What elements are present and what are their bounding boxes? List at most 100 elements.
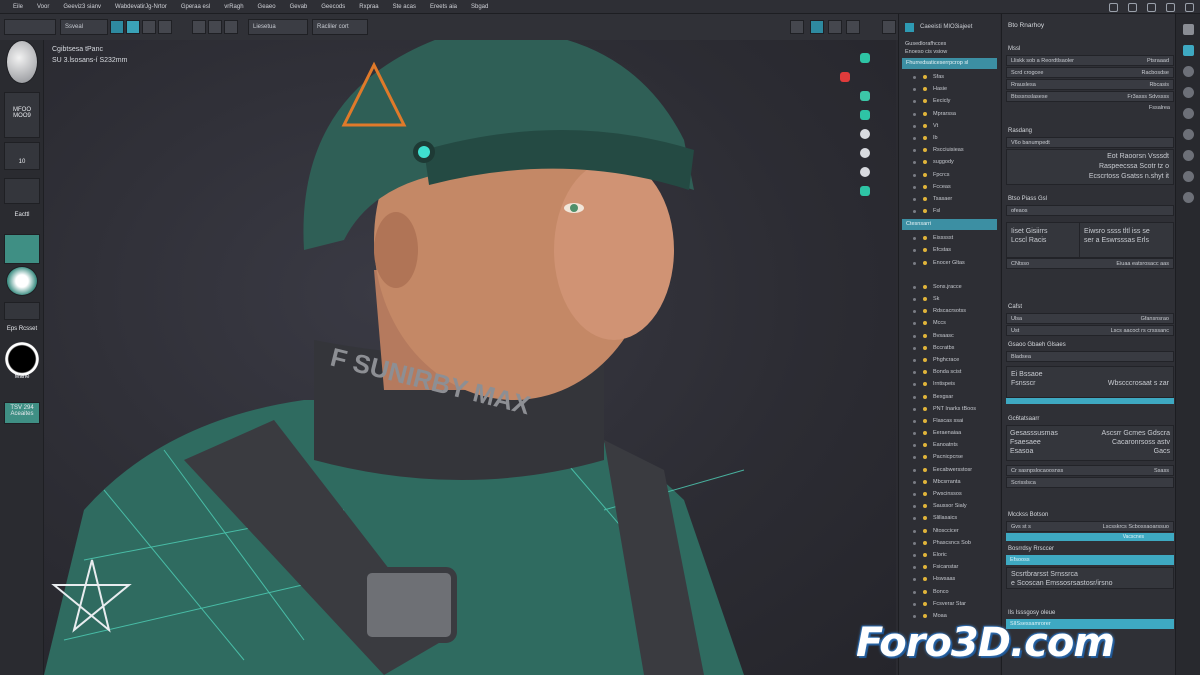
list-item[interactable]: Bexgsar bbox=[899, 391, 1000, 403]
list-item[interactable]: Fsicanstar bbox=[899, 561, 1000, 573]
layer-field[interactable]: Liesetua bbox=[248, 19, 308, 35]
tools-icon[interactable] bbox=[1109, 2, 1118, 12]
move-tool-button[interactable] bbox=[110, 20, 124, 34]
list-item[interactable]: Eecabwersstosr bbox=[899, 464, 1000, 476]
list-item[interactable]: Hasie bbox=[899, 83, 1000, 95]
chevron-down-icon[interactable] bbox=[828, 20, 842, 34]
light-sphere-icon[interactable] bbox=[6, 266, 38, 296]
view-layer-icon[interactable] bbox=[1183, 108, 1194, 119]
paint-tool-button[interactable] bbox=[224, 20, 238, 34]
list-item[interactable]: Slillasaics bbox=[899, 512, 1000, 524]
menu-icon[interactable] bbox=[1185, 2, 1194, 12]
outliner-selected-group[interactable]: Ctesnsarri bbox=[902, 219, 997, 231]
list-item[interactable]: Fpcrcs bbox=[899, 169, 1000, 181]
brush-preset-button[interactable]: MFOO MOO9 bbox=[4, 92, 40, 138]
modifier-icon[interactable] bbox=[1183, 192, 1194, 203]
property-row[interactable]: Ust Lscs aacoct rs crsssanc bbox=[1006, 325, 1174, 336]
mask-bar[interactable]: Vacscnes bbox=[1006, 533, 1174, 541]
property-row[interactable]: Rrauslesa Rbcasis bbox=[1006, 79, 1174, 90]
list-item[interactable]: Fcceas bbox=[899, 181, 1000, 193]
list-item[interactable]: Pacnicpcrse bbox=[899, 451, 1000, 463]
render-icon[interactable] bbox=[1183, 66, 1194, 77]
property-row[interactable]: Lliskk sob a Reordtlsaoler Ptsraaad bbox=[1006, 55, 1174, 66]
sphere-icon[interactable] bbox=[860, 148, 870, 158]
menu-item[interactable]: Ereets aia bbox=[423, 0, 464, 14]
list-item[interactable]: Saussor Sialy bbox=[899, 500, 1000, 512]
list-item[interactable]: Efcstas bbox=[899, 244, 1000, 256]
menu-item[interactable]: Rxpraa bbox=[352, 0, 385, 14]
camera-icon[interactable] bbox=[810, 20, 824, 34]
mode-field[interactable]: Ssveal bbox=[60, 19, 108, 35]
list-item[interactable]: Pwscinssos bbox=[899, 488, 1000, 500]
bump-field[interactable]: V6o banumpedt bbox=[1006, 137, 1174, 148]
viewport-options-icon[interactable] bbox=[882, 20, 896, 34]
property-row[interactable]: Gvs st s Lscsskrcs Scbosxaoarssuo bbox=[1006, 521, 1174, 532]
list-item[interactable]: Mbcsrranta bbox=[899, 476, 1000, 488]
menu-item[interactable]: Sbgad bbox=[464, 0, 495, 14]
list-item[interactable]: Eissssst bbox=[899, 232, 1000, 244]
alpha-circle-icon[interactable] bbox=[5, 342, 39, 376]
menu-item[interactable]: Voor bbox=[30, 0, 56, 14]
list-item[interactable]: Eecicly bbox=[899, 95, 1000, 107]
outliner-selected-item[interactable]: Fhurredsaticeserrpcrop sl bbox=[902, 58, 997, 69]
list-item[interactable]: Hswsaas bbox=[899, 573, 1000, 585]
snap-tool-button[interactable] bbox=[158, 20, 172, 34]
pass-row[interactable]: CNtsso Eiuaa eatsrosacc aas bbox=[1006, 258, 1174, 269]
active-tab-icon[interactable] bbox=[1183, 45, 1194, 56]
list-item[interactable]: PNT Inarks tBoos bbox=[899, 403, 1000, 415]
stroke-button[interactable] bbox=[4, 178, 40, 204]
list-item[interactable]: Enocer Gltas bbox=[899, 257, 1000, 269]
menu-item[interactable]: Geaeo bbox=[251, 0, 283, 14]
list-item[interactable]: Mprarssa bbox=[899, 108, 1000, 120]
list-item[interactable]: Mccs bbox=[899, 317, 1000, 329]
list-item[interactable]: Eeraenaiaa bbox=[899, 427, 1000, 439]
list-item[interactable]: Phghcrace bbox=[899, 354, 1000, 366]
list-item[interactable]: Eloric bbox=[899, 549, 1000, 561]
select-tool-button[interactable] bbox=[192, 20, 206, 34]
grid-icon[interactable] bbox=[1128, 2, 1137, 12]
pen-icon[interactable] bbox=[790, 20, 804, 34]
tool-field[interactable] bbox=[4, 19, 56, 35]
property-row[interactable]: Cr sasnpslocaoosnss Ssass bbox=[1006, 465, 1174, 476]
maximize-icon[interactable] bbox=[1166, 2, 1175, 12]
lasso-tool-button[interactable] bbox=[208, 20, 222, 34]
pass-field[interactable]: ofeaos bbox=[1006, 205, 1174, 216]
object-icon[interactable] bbox=[1183, 171, 1194, 182]
list-item[interactable]: Rscciuisieas bbox=[899, 144, 1000, 156]
list-item[interactable]: Bccratbs bbox=[899, 342, 1000, 354]
list-item[interactable]: Ib bbox=[899, 132, 1000, 144]
menu-item[interactable]: Gperaa esl bbox=[174, 0, 217, 14]
menu-item[interactable]: Geecods bbox=[314, 0, 352, 14]
property-row[interactable]: Scrd crogcee Racbosdse bbox=[1006, 67, 1174, 78]
list-item[interactable]: Rdscacrsotss bbox=[899, 305, 1000, 317]
glass-slider[interactable] bbox=[1006, 398, 1174, 404]
list-item[interactable]: Vt bbox=[899, 120, 1000, 132]
list-item[interactable]: Sk bbox=[899, 293, 1000, 305]
3d-viewport[interactable]: F SUNIRBY MAX Cgibtsesa tPanc SU 3.lsosa… bbox=[44, 40, 896, 675]
blend-dropdown[interactable]: Bladsea bbox=[1006, 351, 1174, 362]
list-item[interactable]: Irntispeis bbox=[899, 378, 1000, 390]
settings-icon[interactable] bbox=[1183, 24, 1194, 35]
list-item[interactable]: Fcsverar Star bbox=[899, 598, 1000, 610]
property-row[interactable]: Scrisslsca bbox=[1006, 477, 1174, 488]
list-item[interactable]: Bvsaasc bbox=[899, 330, 1000, 342]
lattice-icon[interactable] bbox=[860, 110, 870, 120]
scene-icon[interactable] bbox=[1183, 129, 1194, 140]
texture-button[interactable] bbox=[4, 302, 40, 320]
globe-icon[interactable] bbox=[860, 129, 870, 139]
list-item[interactable]: Tsasaer bbox=[899, 193, 1000, 205]
color-swatch[interactable] bbox=[4, 234, 40, 264]
mesh-icon[interactable] bbox=[860, 91, 870, 101]
property-row[interactable]: Ulsa Gfansnsrao bbox=[1006, 313, 1174, 324]
menu-item[interactable]: Eile bbox=[6, 0, 30, 14]
list-item[interactable]: suggody bbox=[899, 156, 1000, 168]
node-icon[interactable] bbox=[860, 186, 870, 196]
list-item[interactable]: Flascas ssai bbox=[899, 415, 1000, 427]
material-sphere-icon[interactable] bbox=[6, 40, 38, 84]
menu-item[interactable]: Ste acas bbox=[386, 0, 423, 14]
output-icon[interactable] bbox=[1183, 87, 1194, 98]
list-item[interactable]: Sfas bbox=[899, 71, 1000, 83]
property-row[interactable]: Btsssrsslasese Fr3asss Sdvssss bbox=[1006, 91, 1174, 102]
list-item[interactable]: Sons.jracce bbox=[899, 281, 1000, 293]
menu-item[interactable]: WabdevatirJg-Nrtor bbox=[108, 0, 174, 14]
